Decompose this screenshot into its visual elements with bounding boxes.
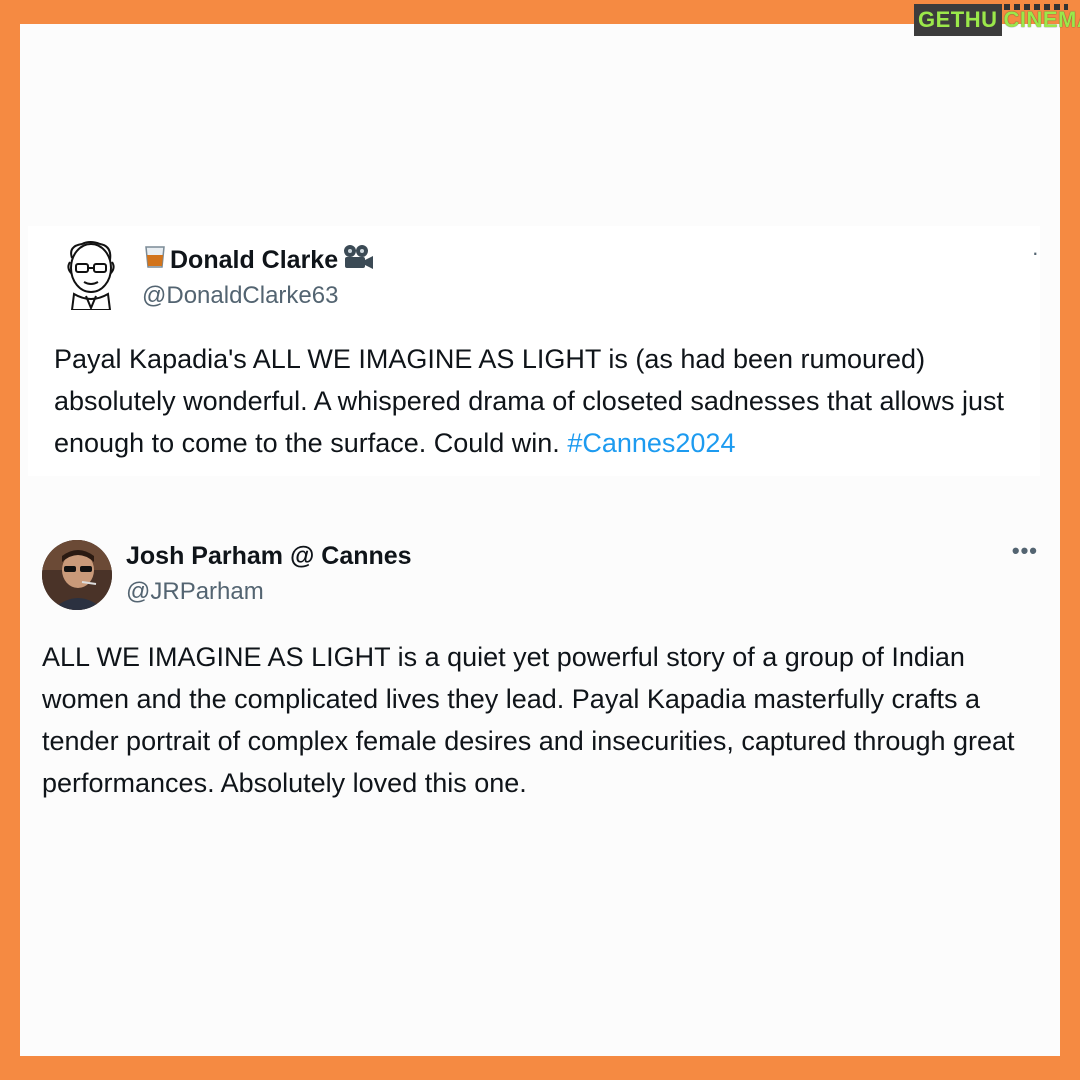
tweet-text: ALL WE IMAGINE AS LIGHT is a quiet yet p… xyxy=(42,642,1015,798)
author-name[interactable]: Donald Clarke xyxy=(144,244,374,277)
tweet-text-body: Payal Kapadia's ALL WE IMAGINE AS LIGHT … xyxy=(54,344,1005,458)
author-handle[interactable]: @JRParham xyxy=(126,578,264,606)
more-options-icon[interactable]: · xyxy=(1032,240,1040,266)
more-options-icon[interactable]: ••• xyxy=(1012,538,1038,564)
tweet-card-1[interactable]: Donald Clarke @DonaldClarke63 · Payal Ka… xyxy=(28,226,1040,476)
whisky-glass-icon xyxy=(144,245,166,276)
author-name[interactable]: Josh Parham @ Cannes xyxy=(126,542,412,571)
avatar[interactable] xyxy=(60,238,122,310)
film-camera-icon xyxy=(342,244,374,277)
brand-logo: GETHU CINEMA xyxy=(914,4,1080,36)
tweet-card-2[interactable]: Josh Parham @ Cannes @JRParham ••• ALL W… xyxy=(20,518,1060,858)
avatar[interactable] xyxy=(42,540,112,610)
author-handle[interactable]: @DonaldClarke63 xyxy=(142,282,338,310)
hashtag-link[interactable]: #Cannes2024 xyxy=(567,428,735,458)
author-name-label: Donald Clarke xyxy=(170,246,339,274)
profile-photo-icon xyxy=(42,540,112,610)
sketch-portrait-icon xyxy=(67,241,115,310)
logo-text-part1: GETHU xyxy=(914,4,1002,36)
film-strip-icon xyxy=(1004,4,1068,10)
tweet-text: Payal Kapadia's ALL WE IMAGINE AS LIGHT … xyxy=(54,338,1040,464)
